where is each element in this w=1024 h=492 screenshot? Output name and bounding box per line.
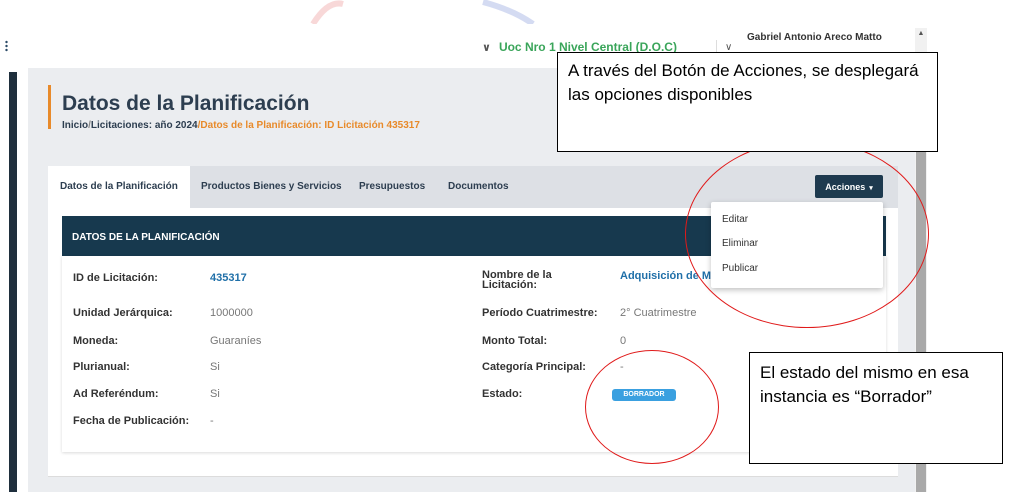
breadcrumb: Inicio/Licitaciones: año 2024/Datos de l… xyxy=(62,120,420,131)
section-title: DATOS DE LA PLANIFICACIÓN xyxy=(72,232,220,243)
user-name[interactable]: Gabriel Antonio Areco Matto xyxy=(747,32,882,43)
field-label-plurianual: Plurianual: xyxy=(73,361,130,373)
breadcrumb-section[interactable]: Licitaciones: año 2024 xyxy=(91,120,198,131)
title-accent-bar xyxy=(48,85,51,129)
field-label-fecha-publicacion: Fecha de Publicación: xyxy=(73,415,190,427)
field-value-unidad: 1000000 xyxy=(210,307,253,319)
field-label-periodo: Período Cuatrimestre: xyxy=(482,307,598,319)
field-label-nombre: Nombre de la Licitación: xyxy=(482,269,552,291)
field-label-moneda: Moneda: xyxy=(73,335,119,347)
menu-dots-icon[interactable] xyxy=(5,40,8,52)
watermark-logo xyxy=(310,0,535,24)
annotation-callout-actions: A través del Botón de Acciones, se despl… xyxy=(557,52,938,152)
field-label-monto: Monto Total: xyxy=(482,335,548,347)
tab-documentos[interactable]: Documentos xyxy=(448,181,509,192)
field-label-ad-referendum: Ad Referéndum: xyxy=(73,388,159,400)
sidebar-strip xyxy=(9,72,17,492)
tab-datos-planificacion[interactable]: Datos de la Planificación xyxy=(60,181,178,192)
chevron-down-icon: ∨ xyxy=(482,42,491,54)
field-label-id: ID de Licitación: xyxy=(73,272,158,284)
field-value-ad-referendum: Si xyxy=(210,388,220,400)
annotation-ellipse-actions xyxy=(685,140,929,328)
field-value-periodo: 2° Cuatrimestre xyxy=(620,307,697,319)
field-label-unidad: Unidad Jerárquica: xyxy=(73,307,173,319)
tab-presupuestos[interactable]: Presupuestos xyxy=(359,181,425,192)
page-title: Datos de la Planificación xyxy=(62,92,310,115)
field-value-moneda: Guaraníes xyxy=(210,335,262,347)
field-value-id: 435317 xyxy=(210,272,247,284)
field-value-monto: 0 xyxy=(620,335,627,347)
scroll-up-icon[interactable]: ▲ xyxy=(915,30,927,37)
bottom-divider xyxy=(48,476,898,477)
field-label-estado: Estado: xyxy=(482,388,523,400)
field-value-fecha-publicacion: - xyxy=(210,415,214,427)
field-label-categoria: Categoría Principal: xyxy=(482,361,586,373)
field-value-plurianual: Si xyxy=(210,361,220,373)
breadcrumb-current: Datos de la Planificación: ID Licitación… xyxy=(200,120,420,131)
annotation-ellipse-state xyxy=(585,350,719,464)
annotation-callout-state: El estado del mismo en esa instancia es … xyxy=(749,352,1003,464)
breadcrumb-home[interactable]: Inicio xyxy=(62,120,88,131)
tab-productos-bienes-servicios[interactable]: Productos Bienes y Servicios xyxy=(201,181,342,192)
